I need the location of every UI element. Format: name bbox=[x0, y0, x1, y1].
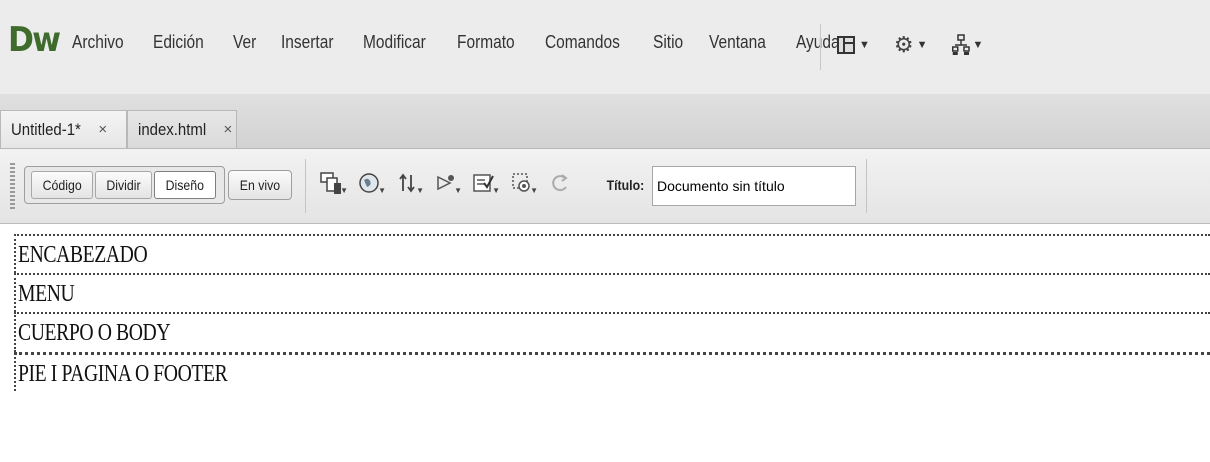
layout-dropdown[interactable]: ▼ bbox=[836, 32, 870, 58]
toolbar-grip[interactable] bbox=[10, 163, 15, 209]
close-icon[interactable]: × bbox=[98, 121, 107, 138]
menu-comandos[interactable]: Comandos bbox=[545, 32, 620, 53]
menu-modificar[interactable]: Modificar bbox=[363, 32, 426, 53]
view-switcher: Código Dividir Diseño bbox=[24, 166, 225, 204]
menu-formato[interactable]: Formato bbox=[457, 32, 515, 53]
inspect-icon[interactable]: ▼ bbox=[434, 169, 462, 197]
refresh-icon[interactable] bbox=[548, 169, 572, 197]
split-view-button[interactable]: Dividir bbox=[95, 171, 153, 199]
toolbar-separator bbox=[305, 159, 306, 213]
chevron-down-icon: ▼ bbox=[859, 39, 870, 51]
live-view-button[interactable]: En vivo bbox=[228, 170, 292, 200]
document-title-label: Título: bbox=[606, 177, 645, 193]
check-page-icon[interactable]: ▼ bbox=[472, 169, 500, 197]
dreamweaver-logo: Dw bbox=[8, 20, 61, 60]
code-view-button[interactable]: Código bbox=[31, 171, 94, 199]
tab-index-html[interactable]: index.html × bbox=[127, 110, 237, 148]
menu-ayuda[interactable]: Ayuda bbox=[796, 32, 840, 53]
body-div[interactable]: CUERPO O BODY bbox=[14, 312, 1210, 352]
globe-preview-icon[interactable]: ▼ bbox=[358, 169, 386, 197]
visual-aids-icon[interactable]: ▼ bbox=[510, 169, 538, 197]
menu-ver[interactable]: Ver bbox=[233, 32, 256, 53]
header-div[interactable]: ENCABEZADO bbox=[14, 234, 1210, 273]
settings-dropdown[interactable]: ⚙ ▼ bbox=[894, 32, 928, 58]
file-management-icon[interactable]: ▼ bbox=[396, 169, 424, 197]
menu-insertar[interactable]: Insertar bbox=[281, 32, 333, 53]
document-toolbar: Código Dividir Diseño En vivo ▼ ▼ ▼ ▼ ▼ … bbox=[0, 149, 1210, 224]
chevron-down-icon: ▼ bbox=[972, 39, 984, 51]
site-dropdown[interactable]: ▼ bbox=[951, 32, 984, 58]
menu-tools: ▼ ⚙ ▼ ▼ bbox=[836, 32, 983, 58]
design-view: ENCABEZADO MENU CUERPO O BODY PIE I PAGI… bbox=[0, 224, 1210, 462]
layout-icon bbox=[837, 36, 855, 54]
footer-div[interactable]: PIE I PAGINA O FOOTER bbox=[14, 352, 1210, 391]
menu-bar: Dw Archivo Edición Ver Insertar Modifica… bbox=[0, 0, 1210, 94]
main-menu: Archivo Edición Ver Insertar Modificar F… bbox=[72, 32, 868, 53]
gear-icon: ⚙ bbox=[893, 32, 914, 57]
site-icon bbox=[951, 34, 970, 55]
design-view-button[interactable]: Diseño bbox=[154, 171, 216, 199]
menu-ventana[interactable]: Ventana bbox=[709, 32, 766, 53]
chevron-down-icon: ▼ bbox=[916, 39, 928, 51]
toolbar-separator bbox=[866, 159, 867, 213]
multiscreen-icon[interactable]: ▼ bbox=[320, 169, 348, 197]
menu-div[interactable]: MENU bbox=[14, 273, 1210, 312]
document-tabs: Untitled-1* × index.html × bbox=[0, 94, 1210, 149]
tab-label: index.html bbox=[138, 119, 207, 139]
menu-archivo[interactable]: Archivo bbox=[72, 32, 124, 53]
document-title-input[interactable] bbox=[652, 166, 856, 206]
menu-edicion[interactable]: Edición bbox=[153, 32, 204, 53]
tab-untitled-1[interactable]: Untitled-1* × bbox=[0, 110, 127, 148]
tab-label: Untitled-1* bbox=[11, 119, 81, 139]
menu-sitio[interactable]: Sitio bbox=[653, 32, 683, 53]
menu-separator bbox=[820, 24, 821, 70]
toolbar-icons: ▼ ▼ ▼ ▼ ▼ ▼ bbox=[320, 169, 572, 197]
close-icon[interactable]: × bbox=[223, 121, 232, 138]
